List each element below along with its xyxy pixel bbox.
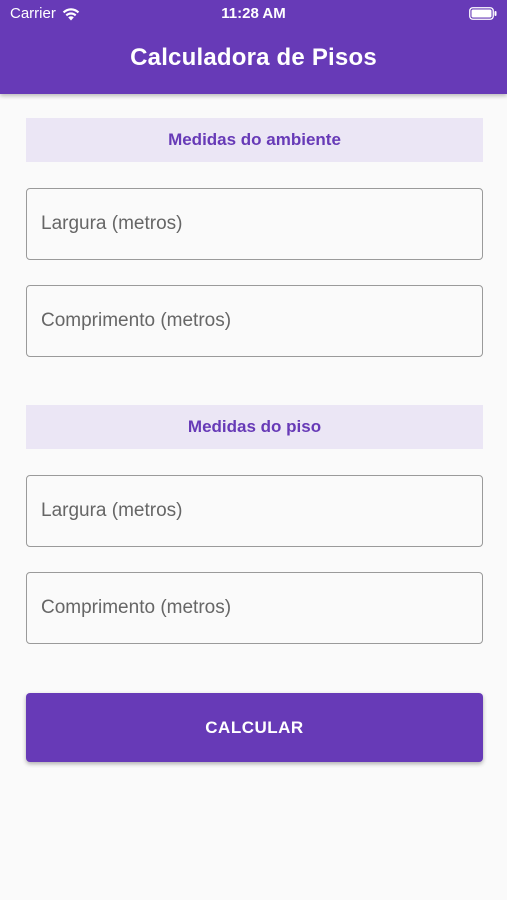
tile-width-field[interactable]	[26, 475, 483, 547]
room-width-field[interactable]	[26, 188, 483, 260]
room-length-field[interactable]	[26, 285, 483, 357]
battery-icon	[469, 7, 497, 20]
floor-measures-heading-label: Medidas do piso	[187, 417, 322, 436]
app-bar: Carrier 11:28 AM Calculadora de Pisos	[0, 0, 507, 94]
page-title: Calculadora de Pisos	[130, 44, 377, 71]
floor-measures-heading: Medidas do piso	[26, 405, 483, 449]
room-width-input[interactable]	[27, 189, 482, 259]
status-bar: Carrier 11:28 AM	[0, 0, 507, 28]
status-time: 11:28 AM	[221, 5, 286, 22]
tile-length-input[interactable]	[27, 573, 482, 643]
room-length-input[interactable]	[27, 286, 482, 356]
room-measures-heading: Medidas do ambiente	[26, 118, 483, 162]
calculate-button[interactable]: CALCULAR	[26, 693, 483, 762]
tile-width-input[interactable]	[27, 476, 482, 546]
room-measures-heading-label: Medidas do ambiente	[168, 130, 341, 149]
tile-length-field[interactable]	[26, 572, 483, 644]
